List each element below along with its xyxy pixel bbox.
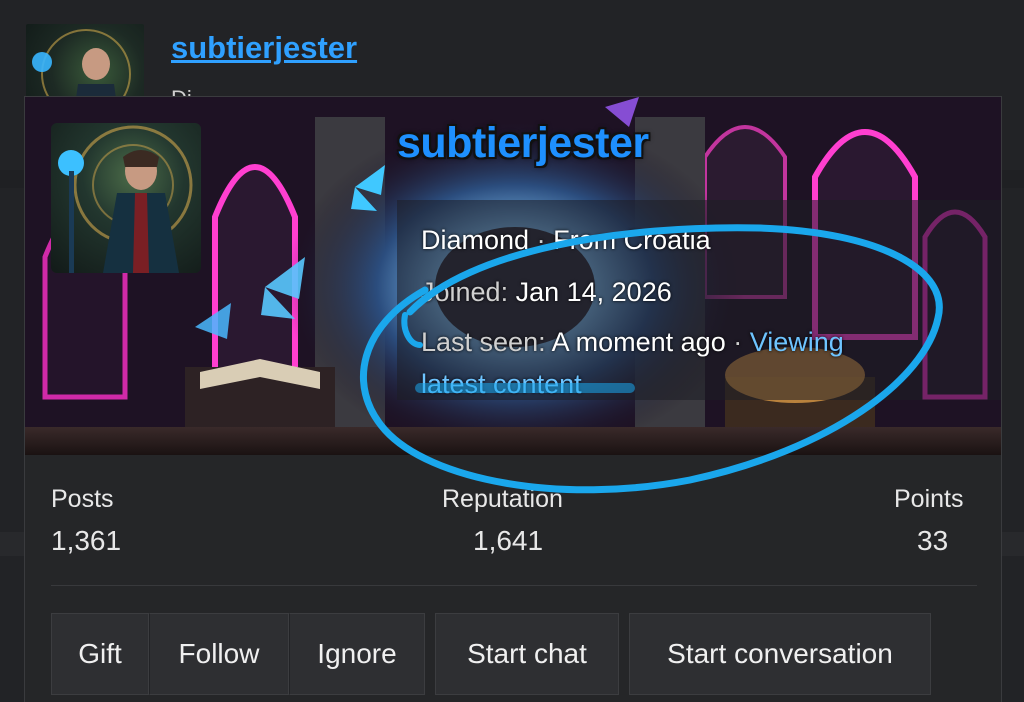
activity-row-continued: latest content [421,369,582,400]
activity-link-continued[interactable]: latest content [421,369,582,399]
posts-label[interactable]: Posts [51,485,114,514]
separator-dot: · [733,327,743,357]
posts-count[interactable]: 1,361 [51,525,121,557]
user-rank-location: Diamond · From Croatia [421,225,711,256]
activity-link[interactable]: Viewing [750,327,844,357]
joined-date: Jan 14, 2026 [515,277,672,307]
last-seen-label: Last seen: [421,327,546,357]
reputation-label[interactable]: Reputation [442,485,563,514]
conversation-button-group: Start conversation [629,613,931,695]
last-seen-value: A moment ago [551,327,726,357]
stats-divider [51,585,977,586]
separator-dot: · [536,225,546,255]
profile-avatar[interactable] [51,123,201,273]
start-chat-button[interactable]: Start chat [435,613,619,695]
ignore-button[interactable]: Ignore [289,613,425,695]
gift-button[interactable]: Gift [51,613,149,695]
chat-button-group: Start chat [435,613,619,695]
joined-label: Joined: [421,277,509,307]
start-conversation-button[interactable]: Start conversation [629,613,931,695]
action-button-group: Gift Follow Ignore [51,613,425,695]
user-location: From Croatia [553,225,711,255]
last-seen-row: Last seen: A moment ago · Viewing [421,327,844,358]
points-count[interactable]: 33 [917,525,948,557]
user-rank: Diamond [421,225,530,255]
reputation-count[interactable]: 1,641 [473,525,543,557]
joined-row: Joined: Jan 14, 2026 [421,277,672,308]
points-label[interactable]: Points [894,485,963,514]
profile-username[interactable]: subtierjester [397,119,649,168]
member-tooltip-card: subtierjester Diamond · From Croatia Joi… [24,96,1002,702]
follow-button[interactable]: Follow [149,613,289,695]
background-username-link[interactable]: subtierjester [171,30,357,66]
